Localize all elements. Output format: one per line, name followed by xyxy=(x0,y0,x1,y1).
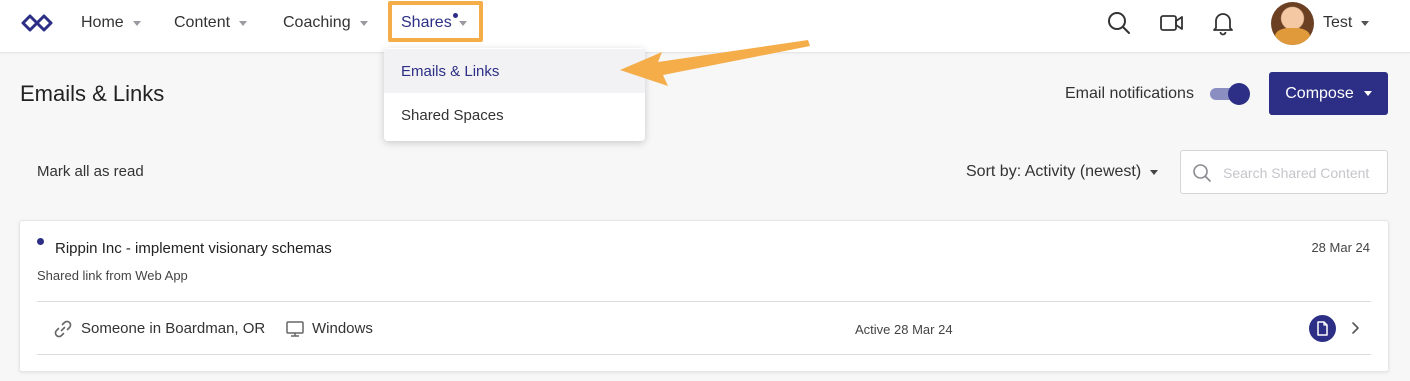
chevron-down-icon xyxy=(1361,20,1370,26)
active-date: Active 28 Mar 24 xyxy=(855,322,953,337)
share-activity-row[interactable]: Someone in Boardman, OR Windows Active 2… xyxy=(37,303,1371,355)
chevron-right-icon[interactable] xyxy=(1349,319,1363,337)
logo-icon[interactable] xyxy=(19,11,55,35)
chevron-down-icon xyxy=(458,20,467,26)
search-shared-content[interactable] xyxy=(1180,150,1388,194)
viewer-os: Windows xyxy=(312,320,373,337)
nav-home-label: Home xyxy=(81,14,124,31)
nav-coaching-label: Coaching xyxy=(283,14,351,31)
unread-dot xyxy=(37,238,44,245)
email-notifications-label: Email notifications xyxy=(1065,85,1194,102)
search-icon[interactable] xyxy=(1106,10,1132,36)
menu-item-shared-spaces[interactable]: Shared Spaces xyxy=(384,93,645,137)
user-name-label: Test xyxy=(1323,14,1353,31)
mark-all-read-button[interactable]: Mark all as read xyxy=(37,163,144,180)
user-menu[interactable]: Test xyxy=(1323,14,1370,32)
top-navigation: Home Content Coaching Shares Test xyxy=(0,0,1410,53)
chevron-down-icon xyxy=(1150,169,1159,175)
share-date: 28 Mar 24 xyxy=(1311,240,1370,255)
shares-notification-dot xyxy=(453,13,458,18)
nav-shares-label: Shares xyxy=(401,14,452,31)
shares-dropdown-menu: Emails & Links Shared Spaces xyxy=(384,48,645,141)
nav-shares[interactable]: Shares xyxy=(401,0,467,46)
sort-label: Sort by: Activity (newest) xyxy=(966,163,1142,180)
menu-item-emails-links[interactable]: Emails & Links xyxy=(384,49,645,93)
share-title[interactable]: Rippin Inc - implement visionary schemas xyxy=(55,240,332,257)
nav-coaching[interactable]: Coaching xyxy=(283,0,368,46)
document-icon xyxy=(1317,321,1328,336)
nav-home[interactable]: Home xyxy=(81,0,141,46)
avatar[interactable] xyxy=(1271,2,1314,45)
video-icon[interactable] xyxy=(1159,10,1185,36)
compose-label: Compose xyxy=(1285,84,1354,102)
divider xyxy=(37,354,1371,355)
compose-button[interactable]: Compose xyxy=(1269,72,1388,115)
bell-icon[interactable] xyxy=(1210,10,1236,36)
search-icon xyxy=(1193,164,1211,182)
share-card[interactable]: Rippin Inc - implement visionary schemas… xyxy=(19,220,1389,372)
nav-content-label: Content xyxy=(174,14,231,31)
search-input[interactable] xyxy=(1221,162,1385,184)
chevron-down-icon xyxy=(1363,91,1372,96)
monitor-icon xyxy=(286,321,304,337)
link-icon xyxy=(54,320,72,338)
sort-dropdown[interactable]: Sort by: Activity (newest) xyxy=(966,163,1159,181)
page-title: Emails & Links xyxy=(20,81,165,106)
chevron-down-icon xyxy=(239,20,248,26)
chevron-down-icon xyxy=(359,20,368,26)
document-button[interactable] xyxy=(1309,315,1336,342)
share-subtitle: Shared link from Web App xyxy=(37,268,188,283)
nav-content[interactable]: Content xyxy=(174,0,248,46)
email-notifications-toggle[interactable] xyxy=(1210,82,1250,106)
divider xyxy=(37,301,1371,302)
chevron-down-icon xyxy=(132,20,141,26)
viewer-location: Someone in Boardman, OR xyxy=(81,320,266,337)
